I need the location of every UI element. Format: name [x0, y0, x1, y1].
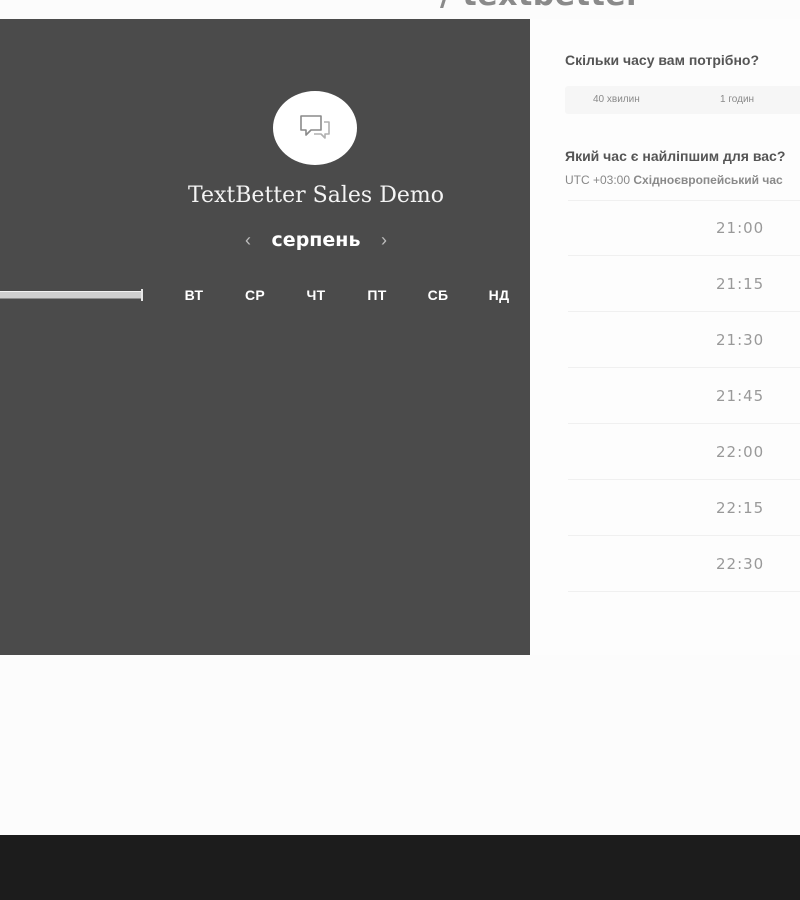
duration-question: Скільки часу вам потрібно?	[565, 52, 760, 68]
time-slot-label: 22:30	[716, 554, 765, 573]
weekday-tue: ВТ	[184, 287, 204, 303]
timezone-name: Східноєвропейський час	[633, 173, 783, 187]
time-slot[interactable]: 22:00	[568, 424, 800, 480]
event-title: TextBetter Sales Demo	[188, 183, 444, 208]
prev-month-button[interactable]: ‹	[238, 230, 258, 251]
next-month-button[interactable]: ›	[374, 230, 394, 251]
time-slot[interactable]: 21:00	[568, 200, 800, 256]
weekday-sun: НД	[488, 287, 510, 303]
time-slot-label: 22:15	[716, 498, 765, 517]
time-slot-label: 21:15	[716, 274, 765, 293]
duration-selector: 40 хвилин 1 годин	[565, 86, 800, 114]
duration-option-40min[interactable]: 40 хвилин	[593, 94, 640, 105]
timezone-label[interactable]: UTC +03:00 Східноєвропейський час	[565, 173, 783, 187]
duration-option-1h[interactable]: 1 годин	[720, 94, 754, 105]
booking-avatar	[273, 91, 357, 165]
timezone-offset: UTC +03:00	[565, 173, 631, 187]
time-slot-label: 21:00	[716, 219, 765, 237]
current-month: серпень	[271, 229, 361, 251]
time-slot[interactable]: 21:45	[568, 368, 800, 424]
weekday-wed: СР	[244, 287, 266, 303]
calendar-scrollbar[interactable]	[0, 289, 143, 301]
brand-logo[interactable]: / textbetter	[440, 0, 641, 13]
month-navigation: ‹ серпень ›	[238, 227, 394, 253]
time-slot[interactable]: 22:15	[568, 480, 800, 536]
time-slot-list: 21:00 21:15 21:30 21:45 22:00 22:15 22:3…	[568, 200, 800, 592]
time-question: Який час є найліпшим для вас?	[565, 148, 786, 164]
time-slot-label: 22:00	[716, 442, 765, 461]
weekday-fri: ПТ	[367, 287, 387, 303]
weekday-thu: ЧТ	[306, 287, 326, 303]
calendar-panel: TextBetter Sales Demo ‹ серпень › ВТ СР …	[0, 19, 530, 655]
time-slot-label: 21:30	[716, 330, 765, 349]
time-slot-label: 21:45	[716, 386, 765, 405]
chat-bubbles-icon	[300, 115, 330, 139]
page-footer	[0, 835, 800, 900]
time-slot[interactable]: 22:30	[568, 536, 800, 592]
time-slot[interactable]: 21:15	[568, 256, 800, 312]
time-slot[interactable]: 21:30	[568, 312, 800, 368]
weekday-sat: СБ	[427, 287, 449, 303]
